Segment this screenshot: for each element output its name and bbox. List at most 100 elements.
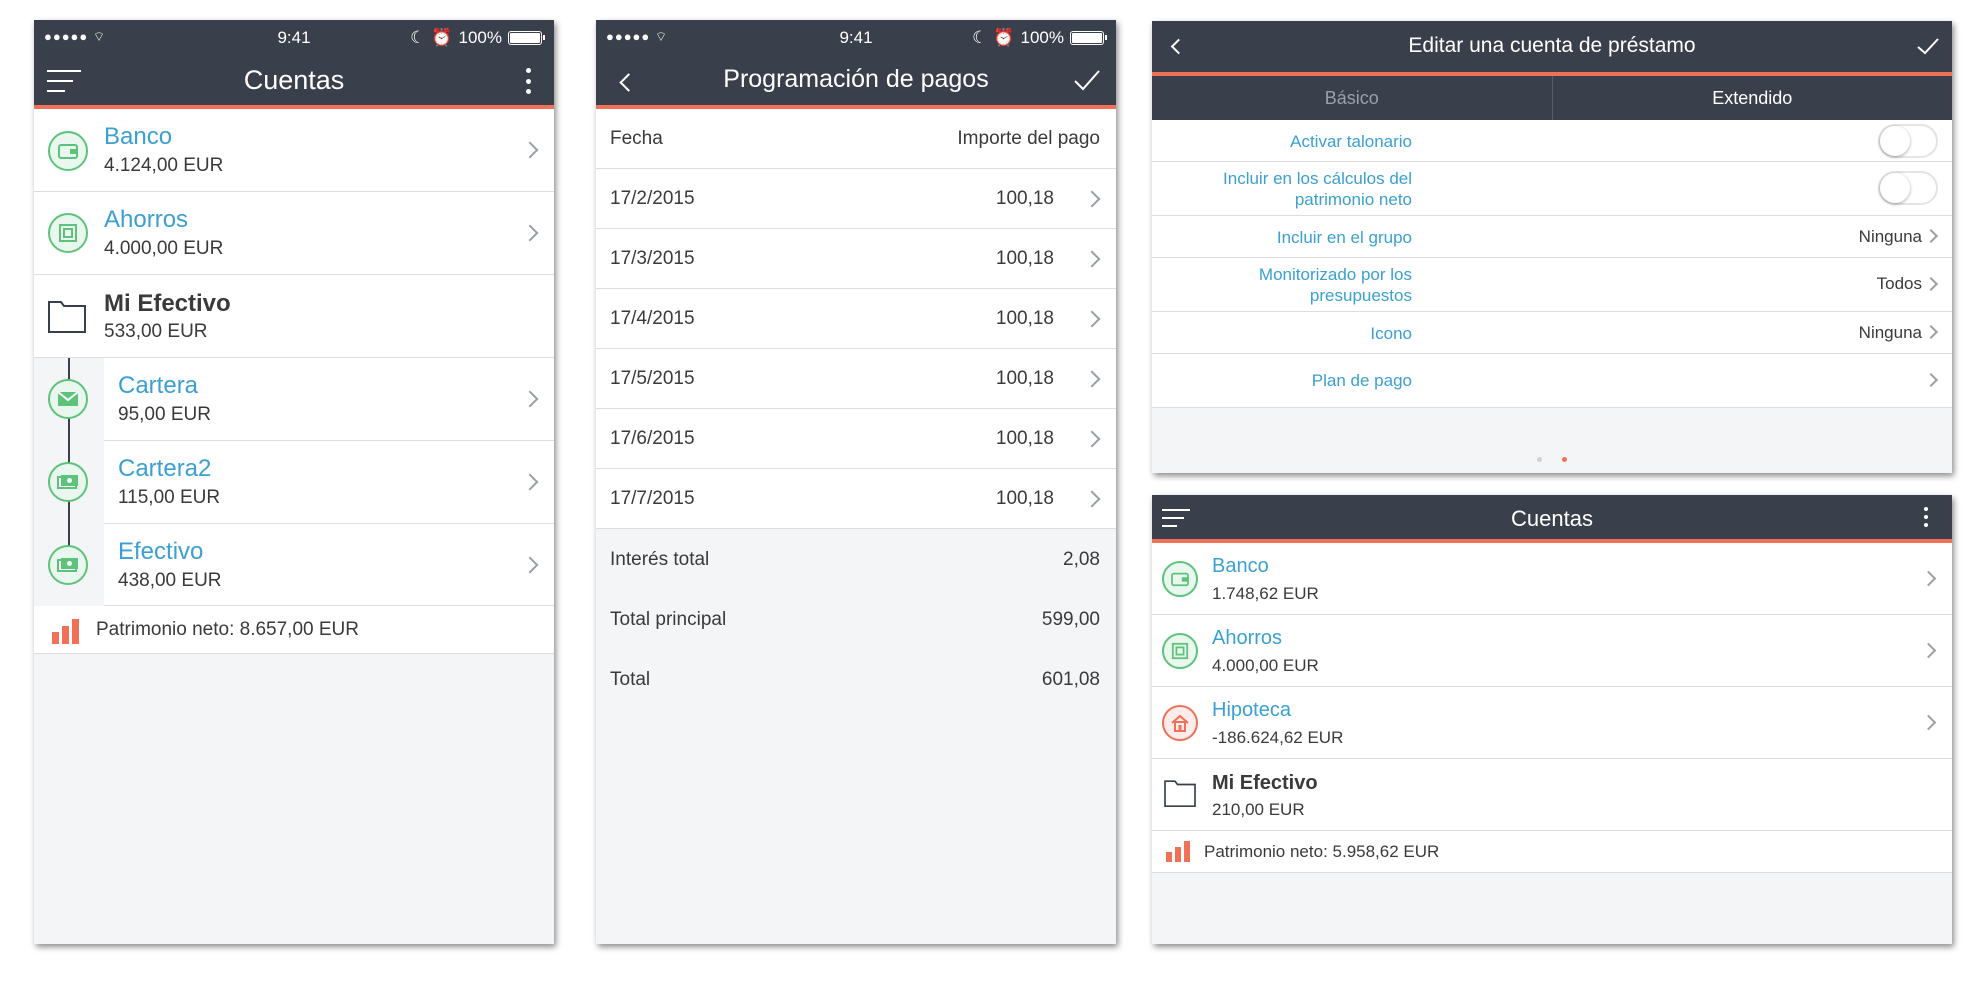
account-row-cartera[interactable]: Cartera 95,00 EUR	[48, 358, 554, 441]
setting-value: Ninguna	[1858, 323, 1922, 342]
battery-icon	[1070, 31, 1107, 45]
tree-line	[68, 335, 70, 565]
account-row-efectivo[interactable]: Efectivo 438,00 EUR	[48, 524, 554, 606]
chart-bars-icon	[1166, 841, 1190, 862]
chevron-right-icon	[521, 224, 539, 242]
chevron-right-icon	[1920, 642, 1937, 659]
account-balance: 95,00 EUR	[118, 404, 211, 425]
tab-extendido[interactable]: Extendido	[1553, 76, 1953, 120]
folder-group: Mi Efectivo 533,00 EUR Cartera 95,00 EUR…	[34, 275, 554, 606]
account-name: Banco	[104, 123, 173, 150]
payment-row[interactable]: 17/3/2015 100,18	[596, 229, 1116, 289]
header-date: Fecha	[610, 128, 663, 149]
payment-row[interactable]: 17/6/2015 100,18	[596, 409, 1116, 469]
account-balance: 115,00 EUR	[118, 487, 221, 508]
chevron-right-icon	[1923, 228, 1939, 244]
header-amount: Importe del pago	[957, 128, 1100, 149]
screen-payment-schedule: ●●●●● ⌔ 9:41 ☾ ⏰ 100% Programación de pa…	[596, 20, 1116, 944]
battery-percent: 100%	[1020, 28, 1064, 47]
battery-percent: 100%	[458, 28, 502, 47]
payment-amount: 100,18	[995, 368, 1054, 389]
total-principal-row: Total principal 599,00	[596, 589, 1116, 649]
confirm-button[interactable]	[1914, 33, 1942, 59]
folder-name: Mi Efectivo	[1212, 772, 1318, 794]
page-title: Cuentas	[1511, 506, 1593, 531]
account-row-banco[interactable]: Banco 1.748,62 EUR	[1152, 543, 1952, 615]
folder-row-mi-efectivo[interactable]: Mi Efectivo 210,00 EUR	[1152, 759, 1952, 831]
folder-name: Mi Efectivo	[104, 290, 231, 317]
folder-row-mi-efectivo[interactable]: Mi Efectivo 533,00 EUR	[34, 275, 554, 358]
more-button[interactable]	[1922, 507, 1930, 527]
checkbook-toggle[interactable]	[1878, 124, 1938, 158]
chevron-right-icon	[1920, 570, 1937, 587]
folder-icon	[48, 301, 86, 333]
chevron-right-icon	[1083, 250, 1101, 268]
net-worth-text: Patrimonio neto: 8.657,00 EUR	[96, 619, 359, 640]
chevron-right-icon	[521, 473, 539, 491]
screen-accounts-tablet: Cuentas Banco 1.748,62 EUR Ahorros 4.000…	[1152, 495, 1952, 944]
alarm-icon: ⏰	[431, 28, 453, 47]
more-button[interactable]	[524, 68, 532, 94]
chevron-right-icon	[521, 141, 539, 159]
wallet-icon	[1162, 561, 1198, 597]
account-balance: 1.748,62 EUR	[1212, 584, 1319, 603]
setting-plan-pago[interactable]: Plan de pago	[1152, 354, 1952, 408]
page-title: Editar una cuenta de préstamo	[1408, 34, 1696, 57]
cash-icon	[48, 545, 88, 585]
account-row-ahorros[interactable]: Ahorros 4.000,00 EUR	[1152, 615, 1952, 687]
setting-label: Activar talonario	[1290, 132, 1412, 151]
account-row-cartera2[interactable]: Cartera2 115,00 EUR	[48, 441, 554, 524]
chevron-right-icon	[1923, 372, 1939, 388]
setting-label: Incluir en el grupo	[1276, 228, 1412, 247]
payment-row[interactable]: 17/5/2015 100,18	[596, 349, 1116, 409]
payment-date: 17/6/2015	[610, 428, 695, 449]
payment-row[interactable]: 17/7/2015 100,18	[596, 469, 1116, 529]
folder-balance: 210,00 EUR	[1212, 800, 1305, 819]
setting-grupo[interactable]: Incluir en el grupo Ninguna	[1152, 216, 1952, 258]
setting-icono[interactable]: Icono Ninguna	[1152, 312, 1952, 354]
confirm-button[interactable]	[1070, 65, 1104, 95]
account-name: Cartera	[118, 372, 199, 399]
net-worth-toggle[interactable]	[1878, 171, 1938, 205]
payment-row[interactable]: 17/4/2015 100,18	[596, 289, 1116, 349]
more-icon	[524, 68, 532, 94]
total-label: Total principal	[610, 609, 727, 630]
navbar: Editar una cuenta de préstamo	[1152, 21, 1952, 72]
status-bar: ●●●●● ⌔ 9:41 ☾ ⏰ 100%	[596, 20, 1116, 53]
net-worth-text: Patrimonio neto: 5.958,62 EUR	[1204, 842, 1440, 861]
account-name: Banco	[1212, 555, 1269, 577]
status-bar: ●●●●● ⌔ 9:41 ☾ ⏰ 100%	[34, 20, 554, 53]
folder-icon	[1164, 780, 1196, 807]
setting-patrimonio: Incluir en los cálculos del patrimonio n…	[1152, 162, 1952, 216]
payment-date: 17/4/2015	[610, 308, 695, 329]
battery-icon	[508, 31, 545, 45]
chevron-right-icon	[1083, 370, 1101, 388]
account-name: Ahorros	[1212, 627, 1283, 649]
account-name: Cartera2	[118, 455, 212, 482]
account-balance: 4.000,00 EUR	[104, 238, 224, 259]
account-row-hipoteca[interactable]: Hipoteca -186.624,62 EUR	[1152, 687, 1952, 759]
safe-icon	[48, 213, 88, 253]
tab-basico[interactable]: Básico	[1152, 76, 1553, 120]
chevron-right-icon	[1083, 430, 1101, 448]
navbar: Programación de pagos	[596, 53, 1116, 109]
setting-label: Plan de pago	[1311, 371, 1412, 390]
page-title: Programación de pagos	[723, 65, 989, 93]
account-row-ahorros[interactable]: Ahorros 4.000,00 EUR	[34, 192, 554, 275]
payment-date: 17/3/2015	[610, 248, 695, 269]
setting-activar-talonario: Activar talonario	[1152, 120, 1952, 162]
account-name: Ahorros	[104, 206, 189, 233]
payment-amount: 100,18	[995, 428, 1054, 449]
account-row-banco[interactable]: Banco 4.124,00 EUR	[34, 109, 554, 192]
setting-label: Icono	[1370, 324, 1412, 343]
chevron-right-icon	[1083, 490, 1101, 508]
tab-bar: Básico Extendido	[1152, 72, 1952, 120]
setting-presupuestos[interactable]: Monitorizado por los presupuestos Todos	[1152, 258, 1952, 312]
navbar: Cuentas	[34, 53, 554, 109]
payment-row[interactable]: 17/2/2015 100,18	[596, 169, 1116, 229]
total-label: Interés total	[610, 549, 710, 570]
account-balance: 4.124,00 EUR	[104, 155, 224, 176]
check-icon	[1917, 38, 1939, 55]
chevron-right-icon	[1920, 714, 1937, 731]
chart-bars-icon	[52, 619, 79, 644]
